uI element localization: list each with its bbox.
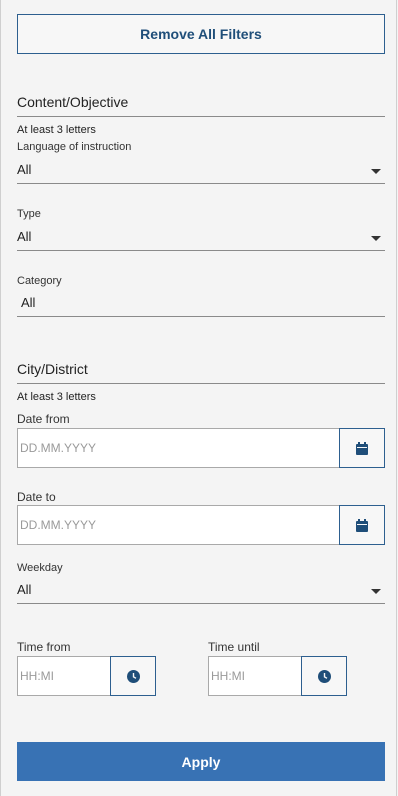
type-value: All — [17, 229, 32, 244]
time-from-clock-button[interactable] — [110, 656, 156, 696]
clock-icon — [317, 669, 331, 683]
filter-panel: Remove All Filters Content/Objective At … — [0, 0, 397, 796]
city-district-hint: At least 3 letters — [17, 391, 96, 403]
city-district-placeholder: City/District — [17, 361, 88, 377]
content-objective-hint: At least 3 letters — [17, 124, 96, 136]
date-to-placeholder: DD.MM.YYYY — [20, 518, 97, 532]
clock-icon — [126, 669, 140, 683]
dropdown-arrow-icon — [371, 169, 381, 174]
weekday-select[interactable]: All — [17, 582, 385, 604]
date-from-label: Date from — [17, 412, 70, 426]
date-from-calendar-button[interactable] — [339, 428, 385, 468]
time-until-label: Time until — [208, 640, 260, 654]
date-from-placeholder: DD.MM.YYYY — [20, 441, 97, 455]
dropdown-arrow-icon — [371, 236, 381, 241]
calendar-icon — [356, 518, 368, 532]
time-until-placeholder: HH:MI — [211, 669, 245, 683]
category-label: Category — [17, 275, 62, 287]
weekday-label: Weekday — [17, 562, 63, 574]
apply-button[interactable]: Apply — [17, 742, 385, 781]
remove-all-filters-button[interactable]: Remove All Filters — [17, 14, 385, 54]
time-from-input[interactable]: HH:MI — [17, 656, 110, 696]
time-from-label: Time from — [17, 640, 71, 654]
calendar-icon — [356, 441, 368, 455]
language-value: All — [17, 162, 32, 177]
date-to-input[interactable]: DD.MM.YYYY — [17, 505, 339, 545]
time-from-placeholder: HH:MI — [20, 669, 54, 683]
category-value: All — [21, 295, 36, 310]
time-until-clock-button[interactable] — [301, 656, 347, 696]
time-until-input[interactable]: HH:MI — [208, 656, 301, 696]
date-to-label: Date to — [17, 490, 56, 504]
language-select[interactable]: All — [17, 162, 385, 184]
date-to-calendar-button[interactable] — [339, 505, 385, 545]
type-label: Type — [17, 208, 41, 220]
weekday-value: All — [17, 582, 32, 597]
date-from-input[interactable]: DD.MM.YYYY — [17, 428, 339, 468]
type-select[interactable]: All — [17, 229, 385, 251]
category-select[interactable]: All — [17, 295, 385, 317]
dropdown-arrow-icon — [371, 589, 381, 594]
language-label: Language of instruction — [17, 141, 132, 153]
content-objective-placeholder: Content/Objective — [17, 94, 129, 110]
city-district-input[interactable]: City/District — [17, 360, 385, 384]
content-objective-input[interactable]: Content/Objective — [17, 93, 385, 117]
